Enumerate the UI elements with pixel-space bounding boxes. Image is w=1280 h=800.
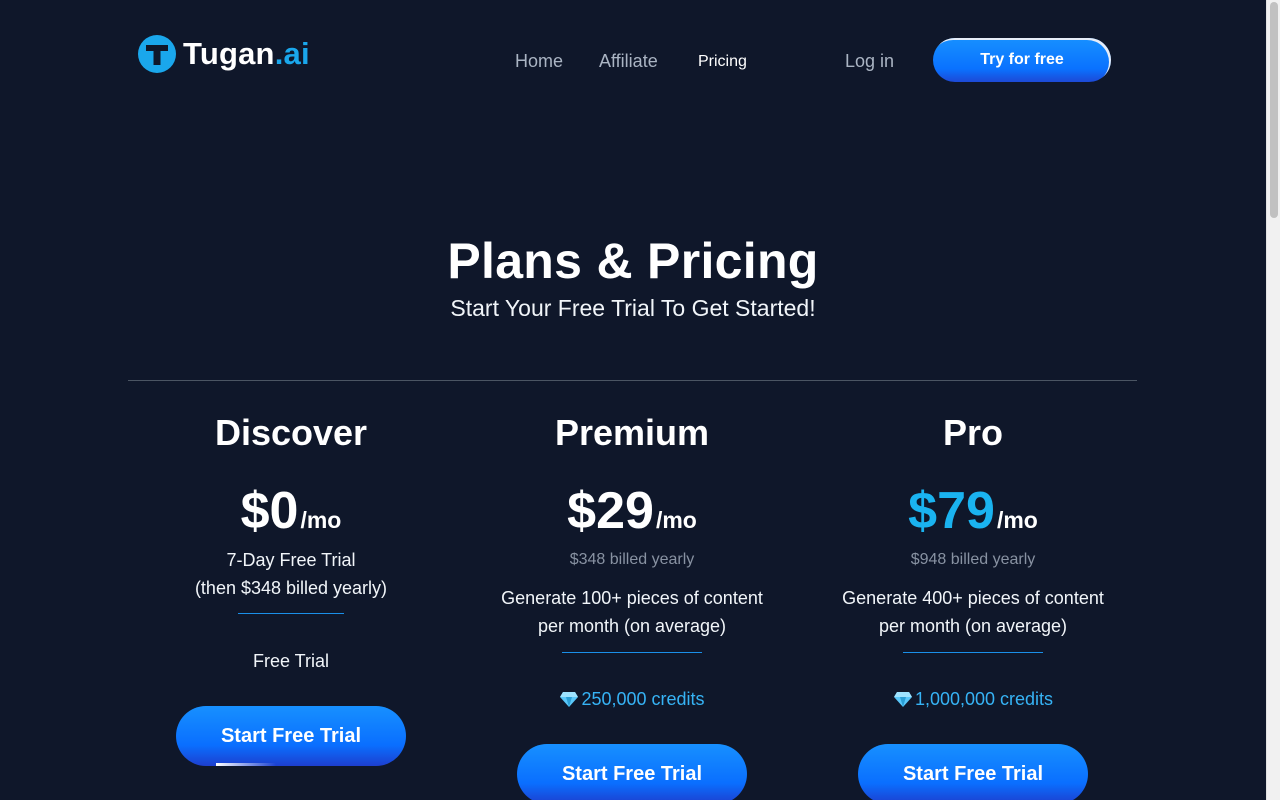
plan-card-premium: Premium $29 /mo $348 billed yearly Gener… (467, 410, 797, 800)
plan-feature: Free Trial (252, 651, 330, 671)
diamond-icon (560, 692, 579, 707)
price-period: /mo (300, 507, 342, 533)
pricing-page: Tugan.ai Home Affiliate Pricing Log in T… (0, 0, 1266, 800)
plan-credits: 250,000 credits (467, 688, 797, 710)
section-divider (128, 380, 1137, 381)
button-label: Start Free Trial (220, 724, 362, 747)
trial-info: 7-Day Free Trial (then $348 billed yearl… (126, 546, 456, 602)
plan-divider (903, 652, 1043, 653)
price-period: /mo (655, 507, 697, 533)
scrollbar-thumb[interactable] (1270, 2, 1278, 218)
page-subtitle: Start Your Free Trial To Get Started! (450, 295, 816, 321)
plan-description: Generate 100+ pieces of content per mont… (467, 584, 797, 640)
credits-label: 250,000 credits (581, 689, 705, 709)
nav-pricing[interactable]: Pricing (698, 51, 747, 73)
price-period: /mo (996, 507, 1038, 533)
tugan-logo-icon (138, 35, 176, 73)
trial-line-2: (then $348 billed yearly) (194, 578, 388, 598)
logo[interactable]: Tugan.ai (137, 34, 310, 74)
nav-affiliate[interactable]: Affiliate (599, 50, 658, 72)
plan-name: Discover (214, 412, 368, 453)
button-shine (216, 763, 276, 766)
plan-divider (562, 652, 702, 653)
logo-text: Tugan.ai (183, 36, 310, 71)
description-line-1: Generate 100+ pieces of content (501, 588, 763, 608)
price-amount: $79 (908, 482, 995, 540)
price-amount: $29 (567, 482, 654, 540)
plan-description: Generate 400+ pieces of content per mont… (808, 584, 1138, 640)
description-line-2: per month (on average) (878, 616, 1068, 636)
start-free-trial-button-pro[interactable]: Start Free Trial (858, 744, 1088, 800)
description-line-2: per month (on average) (537, 616, 727, 636)
price-amount: $0 (240, 482, 299, 540)
billed-yearly: $948 billed yearly (910, 551, 1036, 568)
plan-price: $0 /mo (126, 484, 456, 538)
nav-home[interactable]: Home (515, 50, 563, 72)
credits-label: 1,000,000 credits (914, 689, 1054, 709)
plan-name: Pro (942, 412, 1003, 453)
description-line-1: Generate 400+ pieces of content (842, 588, 1104, 608)
start-free-trial-button-premium[interactable]: Start Free Trial (517, 744, 747, 800)
billed-yearly: $348 billed yearly (569, 551, 695, 568)
plan-divider (238, 613, 344, 614)
plan-credits: 1,000,000 credits (808, 688, 1138, 710)
diamond-icon (893, 692, 912, 707)
start-free-trial-button-discover[interactable]: Start Free Trial (176, 706, 406, 766)
page-scrollbar[interactable] (1266, 0, 1280, 800)
plan-price: $29 /mo (467, 484, 797, 538)
plan-card-discover: Discover $0 /mo 7-Day Free Trial (then $… (126, 410, 456, 766)
plan-card-pro: Pro $79 /mo $948 billed yearly Generate … (808, 410, 1138, 800)
trial-line-1: 7-Day Free Trial (226, 550, 356, 570)
login-link[interactable]: Log in (845, 50, 894, 72)
plan-name: Premium (554, 412, 710, 453)
plan-price: $79 /mo (808, 484, 1138, 538)
try-for-free-button[interactable]: Try for free (933, 38, 1111, 82)
page-title: Plans & Pricing (447, 233, 819, 289)
